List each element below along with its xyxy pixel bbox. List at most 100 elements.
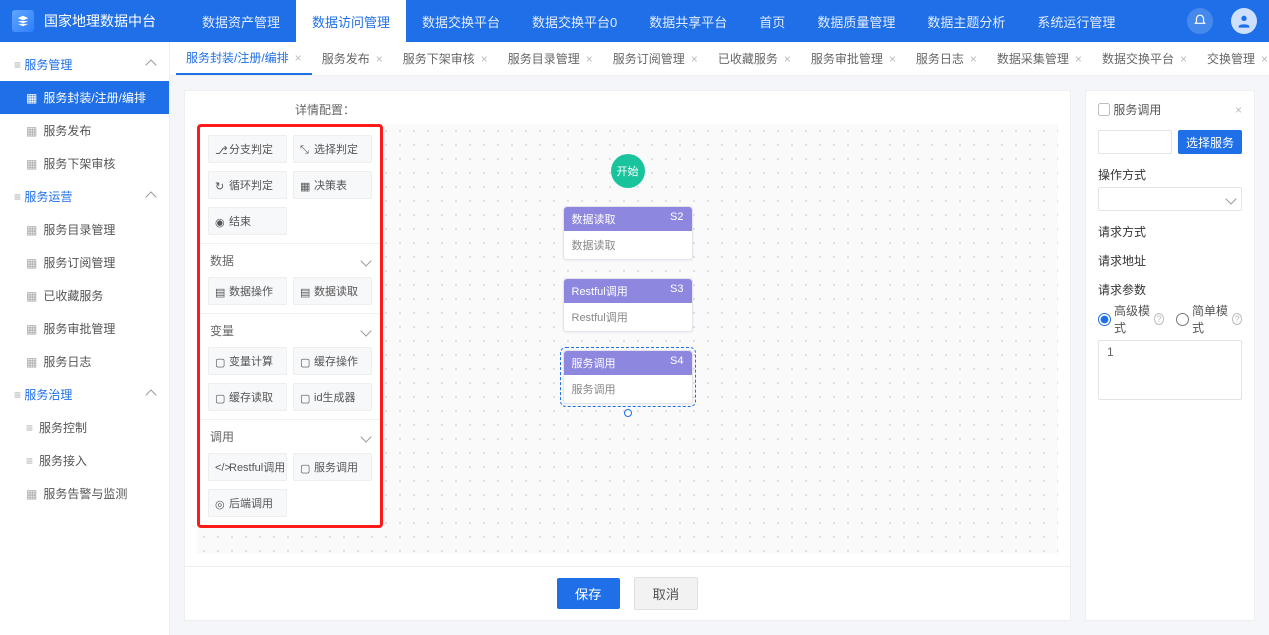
topnav-item-5[interactable]: 首页 (743, 0, 801, 42)
tab-7[interactable]: 服务日志× (906, 42, 987, 75)
close-icon[interactable]: × (481, 52, 488, 66)
close-icon[interactable]: × (376, 52, 383, 66)
tab-9[interactable]: 数据交换平台× (1092, 42, 1197, 75)
select-service-button[interactable]: 选择服务 (1178, 130, 1242, 154)
topnav-item-3[interactable]: 数据交换平台0 (516, 0, 633, 42)
brand-logo-icon (12, 10, 34, 32)
close-icon[interactable]: × (970, 52, 977, 66)
close-icon[interactable]: × (1261, 52, 1268, 66)
palette-chip-var-calc[interactable]: ▢变量计算 (208, 347, 287, 375)
sidebar-item-control[interactable]: ≡服务控制 (0, 411, 169, 444)
tab-5[interactable]: 已收藏服务× (708, 42, 801, 75)
notification-bell-icon[interactable] (1187, 8, 1213, 34)
panel-title: 服务调用 (1113, 103, 1161, 117)
sidebar-item-service-publish[interactable]: ▦ 服务发布 (0, 114, 169, 147)
close-icon[interactable]: × (1075, 52, 1082, 66)
close-icon[interactable]: × (295, 51, 302, 65)
tab-8[interactable]: 数据采集管理× (987, 42, 1092, 75)
node-handle-icon[interactable] (624, 409, 632, 417)
select-icon: ⤡ (300, 144, 310, 154)
topnav-item-2[interactable]: 数据交换平台 (406, 0, 516, 42)
topnav-item-6[interactable]: 数据质量管理 (801, 0, 911, 42)
sidebar-item-approve[interactable]: ▦服务审批管理 (0, 312, 169, 345)
code-icon: </> (215, 462, 225, 472)
flow-canvas[interactable]: ⎇分支判定 ⤡选择判定 ↻循环判定 ▦决策表 ◉结束 数据 ▤数据操作 (197, 124, 1058, 554)
sidebar-item-service-package[interactable]: ▦ 服务封装/注册/编排 (0, 81, 169, 114)
sidebar-item-service-off-audit[interactable]: ▦ 服务下架审核 (0, 147, 169, 180)
svc-icon: ▢ (300, 462, 310, 472)
topnav-item-4[interactable]: 数据共享平台 (633, 0, 743, 42)
sidebar-item-label: 服务告警与监测 (43, 485, 127, 502)
topnav-item-1[interactable]: 数据访问管理 (296, 0, 406, 42)
palette-chip-backend[interactable]: ◎后端调用 (208, 489, 287, 517)
sidebar-group-service-mgmt[interactable]: ≡ 服务管理 (0, 48, 169, 81)
radio-advanced[interactable]: 高级模式? (1098, 302, 1164, 336)
db-icon: ▤ (215, 286, 225, 296)
flow-start-node[interactable]: 开始 (611, 154, 645, 188)
flow-node-data-read[interactable]: 数据读取S2 数据读取 (563, 206, 693, 260)
canvas-wrap: 详情配置： ⎇分支判定 ⤡选择判定 ↻循环判定 ▦决策表 ◉结束 (184, 90, 1071, 621)
radio-simple[interactable]: 简单模式? (1176, 302, 1242, 336)
cancel-button[interactable]: 取消 (634, 577, 699, 610)
palette-chip-decision[interactable]: ▦决策表 (293, 171, 372, 199)
save-button[interactable]: 保存 (557, 578, 620, 609)
palette-chip-cache-read[interactable]: ▢缓存读取 (208, 383, 287, 411)
sidebar-group-label: 服务治理 (24, 388, 72, 402)
cache-icon: ▢ (215, 392, 225, 402)
chevron-down-icon (360, 255, 371, 266)
tab-0[interactable]: 服务封装/注册/编排× (176, 42, 312, 75)
tab-4[interactable]: 服务订阅管理× (603, 42, 708, 75)
palette-section-data[interactable]: 数据 (200, 243, 380, 277)
palette-section-vars[interactable]: 变量 (200, 313, 380, 347)
sidebar-item-label: 服务目录管理 (43, 221, 115, 238)
sidebar-item-catalog[interactable]: ▦服务目录管理 (0, 213, 169, 246)
chevron-down-icon (360, 325, 371, 336)
sidebar-group-service-ops[interactable]: ≡ 服务运营 (0, 180, 169, 213)
sidebar-item-log[interactable]: ▦服务日志 (0, 345, 169, 378)
tab-2[interactable]: 服务下架审核× (393, 42, 498, 75)
sidebar-item-subscribe[interactable]: ▦服务订阅管理 (0, 246, 169, 279)
palette-chip-end[interactable]: ◉结束 (208, 207, 287, 235)
palette-chip-data-op[interactable]: ▤数据操作 (208, 277, 287, 305)
close-icon[interactable]: × (1235, 103, 1242, 117)
palette-chip-restful[interactable]: </>Restful调用 (208, 453, 287, 481)
close-icon[interactable]: × (784, 52, 791, 66)
tab-6[interactable]: 服务审批管理× (801, 42, 906, 75)
sidebar-item-alert[interactable]: ▦服务告警与监测 (0, 477, 169, 510)
palette-chip-branch[interactable]: ⎇分支判定 (208, 135, 287, 163)
topnav-item-0[interactable]: 数据资产管理 (186, 0, 296, 42)
tab-10[interactable]: 交换管理× (1197, 42, 1269, 75)
close-icon[interactable]: × (586, 52, 593, 66)
close-icon[interactable]: × (1180, 52, 1187, 66)
palette-chip-data-read[interactable]: ▤数据读取 (293, 277, 372, 305)
flow-node-restful[interactable]: Restful调用S3 Restful调用 (563, 278, 693, 332)
palette-chip-loop[interactable]: ↻循环判定 (208, 171, 287, 199)
top-nav: 数据资产管理 数据访问管理 数据交换平台 数据交换平台0 数据共享平台 首页 数… (186, 0, 1131, 42)
params-textarea[interactable]: 1 (1098, 340, 1242, 400)
user-avatar-icon[interactable] (1231, 8, 1257, 34)
chevron-up-icon (145, 389, 156, 400)
flow-node-svc-call[interactable]: 服务调用S4 服务调用 (563, 350, 693, 404)
sidebar-item-label: 已收藏服务 (43, 287, 103, 304)
palette-chip-select[interactable]: ⤡选择判定 (293, 135, 372, 163)
tabs-bar: 服务封装/注册/编排× 服务发布× 服务下架审核× 服务目录管理× 服务订阅管理… (170, 42, 1269, 76)
sidebar-item-label: 服务封装/注册/编排 (43, 89, 146, 106)
palette-section-call[interactable]: 调用 (200, 419, 380, 453)
sidebar-item-access[interactable]: ≡服务接入 (0, 444, 169, 477)
close-icon[interactable]: × (889, 52, 896, 66)
palette-chip-id-gen[interactable]: ▢id生成器 (293, 383, 372, 411)
sidebar-group-service-gov[interactable]: ≡ 服务治理 (0, 378, 169, 411)
service-name-input[interactable] (1098, 130, 1172, 154)
help-icon[interactable]: ? (1154, 313, 1164, 325)
op-mode-select[interactable] (1098, 187, 1242, 211)
sidebar-item-favorite[interactable]: ▦已收藏服务 (0, 279, 169, 312)
help-icon[interactable]: ? (1232, 313, 1242, 325)
topnav-item-7[interactable]: 数据主题分析 (911, 0, 1021, 42)
palette-chip-svc-call[interactable]: ▢服务调用 (293, 453, 372, 481)
tab-3[interactable]: 服务目录管理× (498, 42, 603, 75)
topnav-item-8[interactable]: 系统运行管理 (1021, 0, 1131, 42)
table-icon: ▦ (300, 180, 310, 190)
close-icon[interactable]: × (691, 52, 698, 66)
palette-chip-cache-op[interactable]: ▢缓存操作 (293, 347, 372, 375)
tab-1[interactable]: 服务发布× (312, 42, 393, 75)
